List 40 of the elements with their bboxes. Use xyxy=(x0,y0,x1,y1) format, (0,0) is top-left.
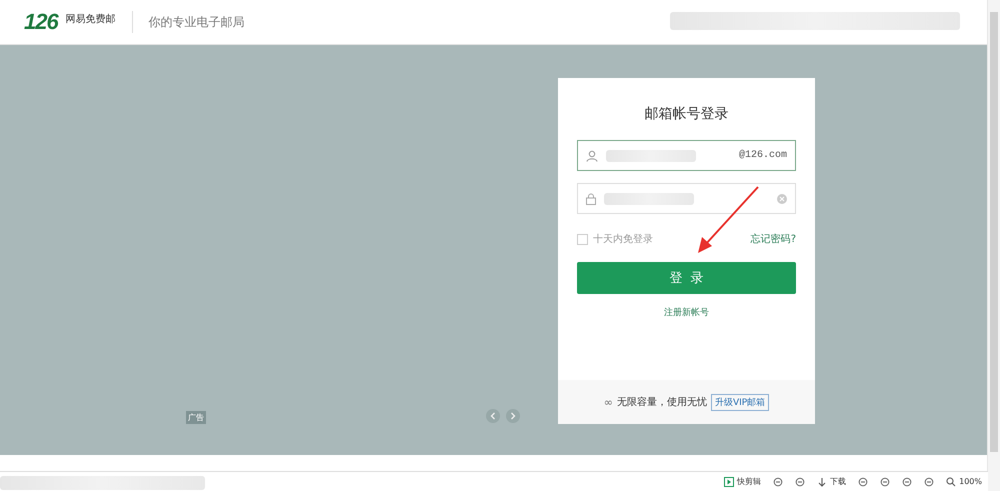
toolbar-icon xyxy=(880,476,890,486)
status-icon[interactable] xyxy=(902,476,912,486)
checkbox[interactable] xyxy=(577,234,588,244)
promo-text: 无限容量，使用无忧 xyxy=(616,396,707,409)
remember-label: 十天内免登录 xyxy=(593,232,653,246)
logo[interactable]: 126 xyxy=(24,9,58,35)
brand-name: 网易免费邮 xyxy=(66,12,116,26)
forgot-password-link[interactable]: 忘记密码? xyxy=(750,232,796,246)
download-icon xyxy=(817,476,828,486)
toolbar-icon xyxy=(924,476,934,486)
status-icon[interactable] xyxy=(924,476,934,486)
domain-suffix: @126.com xyxy=(738,150,787,161)
search-icon xyxy=(946,476,956,486)
ad-label: 广告 xyxy=(186,411,206,424)
toolbar-icon xyxy=(795,476,806,486)
chevron-right-icon xyxy=(510,412,516,420)
toolbar-icon xyxy=(902,476,912,486)
lock-icon xyxy=(586,192,596,204)
username-field[interactable]: @126.com xyxy=(577,140,796,171)
status-icon[interactable] xyxy=(880,476,890,486)
toolbar-icon xyxy=(858,476,868,486)
chevron-left-icon xyxy=(490,412,496,420)
status-icon[interactable] xyxy=(858,476,868,486)
slogan: 你的专业电子邮局 xyxy=(148,14,245,30)
status-icon[interactable] xyxy=(773,476,784,486)
login-title: 邮箱帐号登录 xyxy=(644,105,730,123)
play-icon xyxy=(724,476,734,486)
toolbar-icon xyxy=(773,476,784,486)
login-button[interactable]: 登 录 xyxy=(577,262,796,294)
password-field[interactable] xyxy=(577,183,796,214)
upgrade-link[interactable]: 升级VIP邮箱 xyxy=(710,394,770,410)
status-button[interactable]: 下载 xyxy=(817,476,846,487)
scrollbar-thumb[interactable] xyxy=(990,12,998,452)
status-button[interactable]: 快剪辑 xyxy=(724,476,762,487)
infinity-icon: ∞ xyxy=(604,396,613,408)
status-button[interactable]: 100% xyxy=(946,476,982,486)
annotation-arrow xyxy=(695,185,761,255)
status-icon[interactable] xyxy=(795,476,806,486)
register-link[interactable]: 注册新帐号 xyxy=(664,306,709,319)
user-icon xyxy=(586,150,598,162)
